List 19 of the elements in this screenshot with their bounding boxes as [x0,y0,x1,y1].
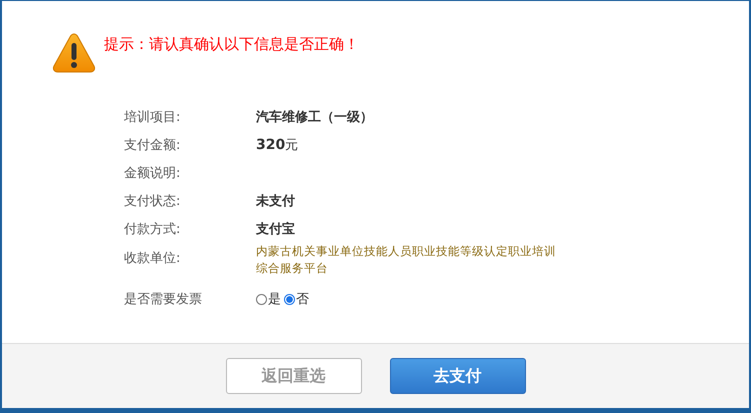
alert-message: 提示：请认真确认以下信息是否正确！ [104,35,359,54]
radio-label[interactable]: 否 [296,290,309,308]
field-label: 金额说明: [124,165,182,182]
field-value: 支付宝 [256,220,295,238]
field-label: 支付状态: [124,193,182,210]
radio-button[interactable] [256,294,267,304]
field-label: 付款方式: [124,221,182,238]
field-value: 内蒙古机关事业单位技能人员职业技能等级认定职业培训综合服务平台 [256,243,557,277]
pay-button[interactable]: 去支付 [390,358,526,394]
field-label: 支付金额: [124,137,182,154]
warning-icon [52,32,96,74]
field-label: 收款单位: [124,250,182,267]
field-value: 320元 [256,136,298,154]
field-label: 培训项目: [124,109,182,126]
field-value: 汽车维修工（一级） [256,108,373,126]
radio-label[interactable]: 是 [268,290,281,308]
field-value: 未支付 [256,193,295,210]
radio-button[interactable] [284,294,295,304]
field-label: 是否需要发票 [124,291,203,308]
